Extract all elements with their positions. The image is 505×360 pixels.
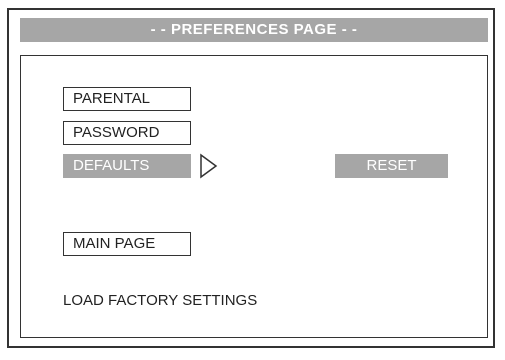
defaults-button[interactable]: DEFAULTS <box>63 154 191 178</box>
parental-button[interactable]: PARENTAL <box>63 87 191 111</box>
triangle-right-icon <box>200 153 218 179</box>
help-text: LOAD FACTORY SETTINGS <box>63 292 258 309</box>
page-title: - - PREFERENCES PAGE - - <box>20 18 488 42</box>
reset-button[interactable]: RESET <box>335 154 448 178</box>
password-button[interactable]: PASSWORD <box>63 121 191 145</box>
main-page-button[interactable]: MAIN PAGE <box>63 232 191 256</box>
